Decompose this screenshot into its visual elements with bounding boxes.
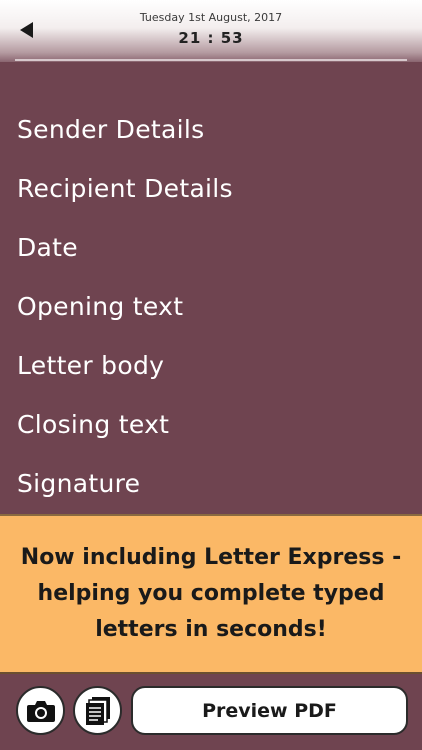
preview-pdf-button[interactable]: Preview PDF — [131, 686, 408, 735]
menu-item-letter-body[interactable]: Letter body — [0, 336, 422, 395]
header-time: 21 : 53 — [178, 29, 244, 47]
promo-banner: Now including Letter Express - helping y… — [0, 514, 422, 674]
menu-item-signature[interactable]: Signature — [0, 454, 422, 513]
letter-sections-menu: Sender Details Recipient Details Date Op… — [0, 100, 422, 513]
menu-item-closing-text[interactable]: Closing text — [0, 395, 422, 454]
promo-banner-text: Now including Letter Express - helping y… — [20, 545, 402, 642]
camera-button[interactable] — [16, 686, 65, 735]
camera-icon — [26, 700, 55, 722]
header-bar: Tuesday 1st August, 2017 21 : 53 — [0, 0, 422, 62]
documents-button[interactable] — [73, 686, 122, 735]
header-date: Tuesday 1st August, 2017 — [139, 11, 283, 24]
footer-toolbar: Preview PDF — [0, 674, 422, 750]
documents-icon — [85, 696, 110, 725]
header-divider — [15, 59, 407, 61]
menu-item-date[interactable]: Date — [0, 218, 422, 277]
menu-item-sender-details[interactable]: Sender Details — [0, 100, 422, 159]
menu-item-recipient-details[interactable]: Recipient Details — [0, 159, 422, 218]
menu-item-opening-text[interactable]: Opening text — [0, 277, 422, 336]
